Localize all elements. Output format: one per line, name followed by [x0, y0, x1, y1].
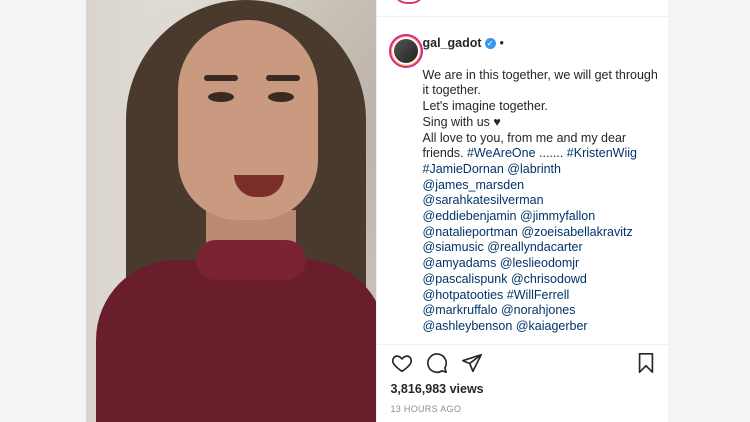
mention-link[interactable]: @james_marsden: [423, 178, 525, 192]
mention-link[interactable]: @amyadams: [423, 256, 497, 270]
bookmark-icon[interactable]: [635, 352, 657, 374]
hashtag-link[interactable]: #WeAreOne: [467, 146, 536, 160]
post-video[interactable]: [86, 0, 376, 422]
hashtag-link[interactable]: #WillFerrell: [507, 288, 570, 302]
video-person-brow: [204, 75, 238, 81]
hashtag-link[interactable]: #KristenWiig: [567, 146, 637, 160]
mention-link[interactable]: @labrinth: [507, 162, 561, 176]
caption-line: Sing with us: [422, 114, 494, 129]
mention-link[interactable]: @kaiagerber: [516, 319, 588, 333]
mention-link[interactable]: @siamusic: [423, 240, 484, 254]
heart-icon[interactable]: [391, 352, 413, 374]
caption-author: [388, 34, 423, 68]
share-icon[interactable]: [461, 352, 483, 374]
mention-link[interactable]: @reallyndacarter: [487, 240, 582, 254]
verified-badge-icon: ✓: [484, 38, 496, 49]
mention-link[interactable]: @markruffalo: [423, 303, 498, 317]
video-person-eye: [208, 92, 234, 102]
avatar[interactable]: [388, 34, 423, 68]
mention-link[interactable]: @hotpatooties: [423, 288, 504, 302]
caption-ellipsis: .......: [535, 146, 567, 161]
video-person-eye: [268, 92, 294, 102]
mention-link[interactable]: @zoeisabellakravitz: [521, 225, 632, 239]
heart-emoji-icon: ♥: [493, 114, 501, 129]
background-right: [668, 0, 750, 422]
instagram-post: gal_gadot ✓ • We are in this together, we …: [86, 0, 669, 422]
username-link[interactable]: gal_gadot: [423, 36, 482, 50]
comment-icon[interactable]: [426, 352, 448, 374]
video-person-brow: [266, 75, 300, 81]
mention-link[interactable]: @sarahkatesilverman: [423, 193, 544, 207]
video-person-sweater: [96, 260, 376, 422]
view-count[interactable]: 3,816,983 views: [391, 382, 484, 396]
hashtag-link[interactable]: #JamieDornan: [423, 162, 504, 176]
header-avatar[interactable]: [392, 0, 425, 4]
mention-link[interactable]: @jimmyfallon: [520, 209, 595, 223]
post-sidebar: gal_gadot ✓ • We are in this together, we …: [375, 0, 669, 422]
caption-line: We are in this together, we will get thr…: [422, 67, 662, 98]
video-person-collar: [196, 240, 306, 280]
mention-link[interactable]: @chrisodowd: [511, 272, 587, 286]
menu-dot[interactable]: •: [500, 36, 504, 50]
mention-link[interactable]: @natalieportman: [423, 225, 518, 239]
actions-divider: [376, 344, 669, 345]
mention-link[interactable]: @ashleybenson: [423, 319, 513, 333]
mention-link[interactable]: @eddiebenjamin: [423, 209, 517, 223]
post-actions: [391, 352, 657, 376]
mention-link[interactable]: @leslieodomjr: [500, 256, 579, 270]
background-left: [0, 0, 86, 422]
post-caption: gal_gadot ✓ • We are in this together, we …: [423, 36, 663, 335]
mention-link[interactable]: @pascalispunk: [423, 272, 508, 286]
header-divider: [376, 16, 669, 17]
caption-text: We are in this together, we will get thr…: [423, 68, 663, 335]
caption-line: Let's imagine together.: [422, 99, 548, 114]
post-timestamp[interactable]: 13 HOURS AGO: [391, 404, 462, 414]
mention-link[interactable]: @norahjones: [501, 303, 576, 317]
